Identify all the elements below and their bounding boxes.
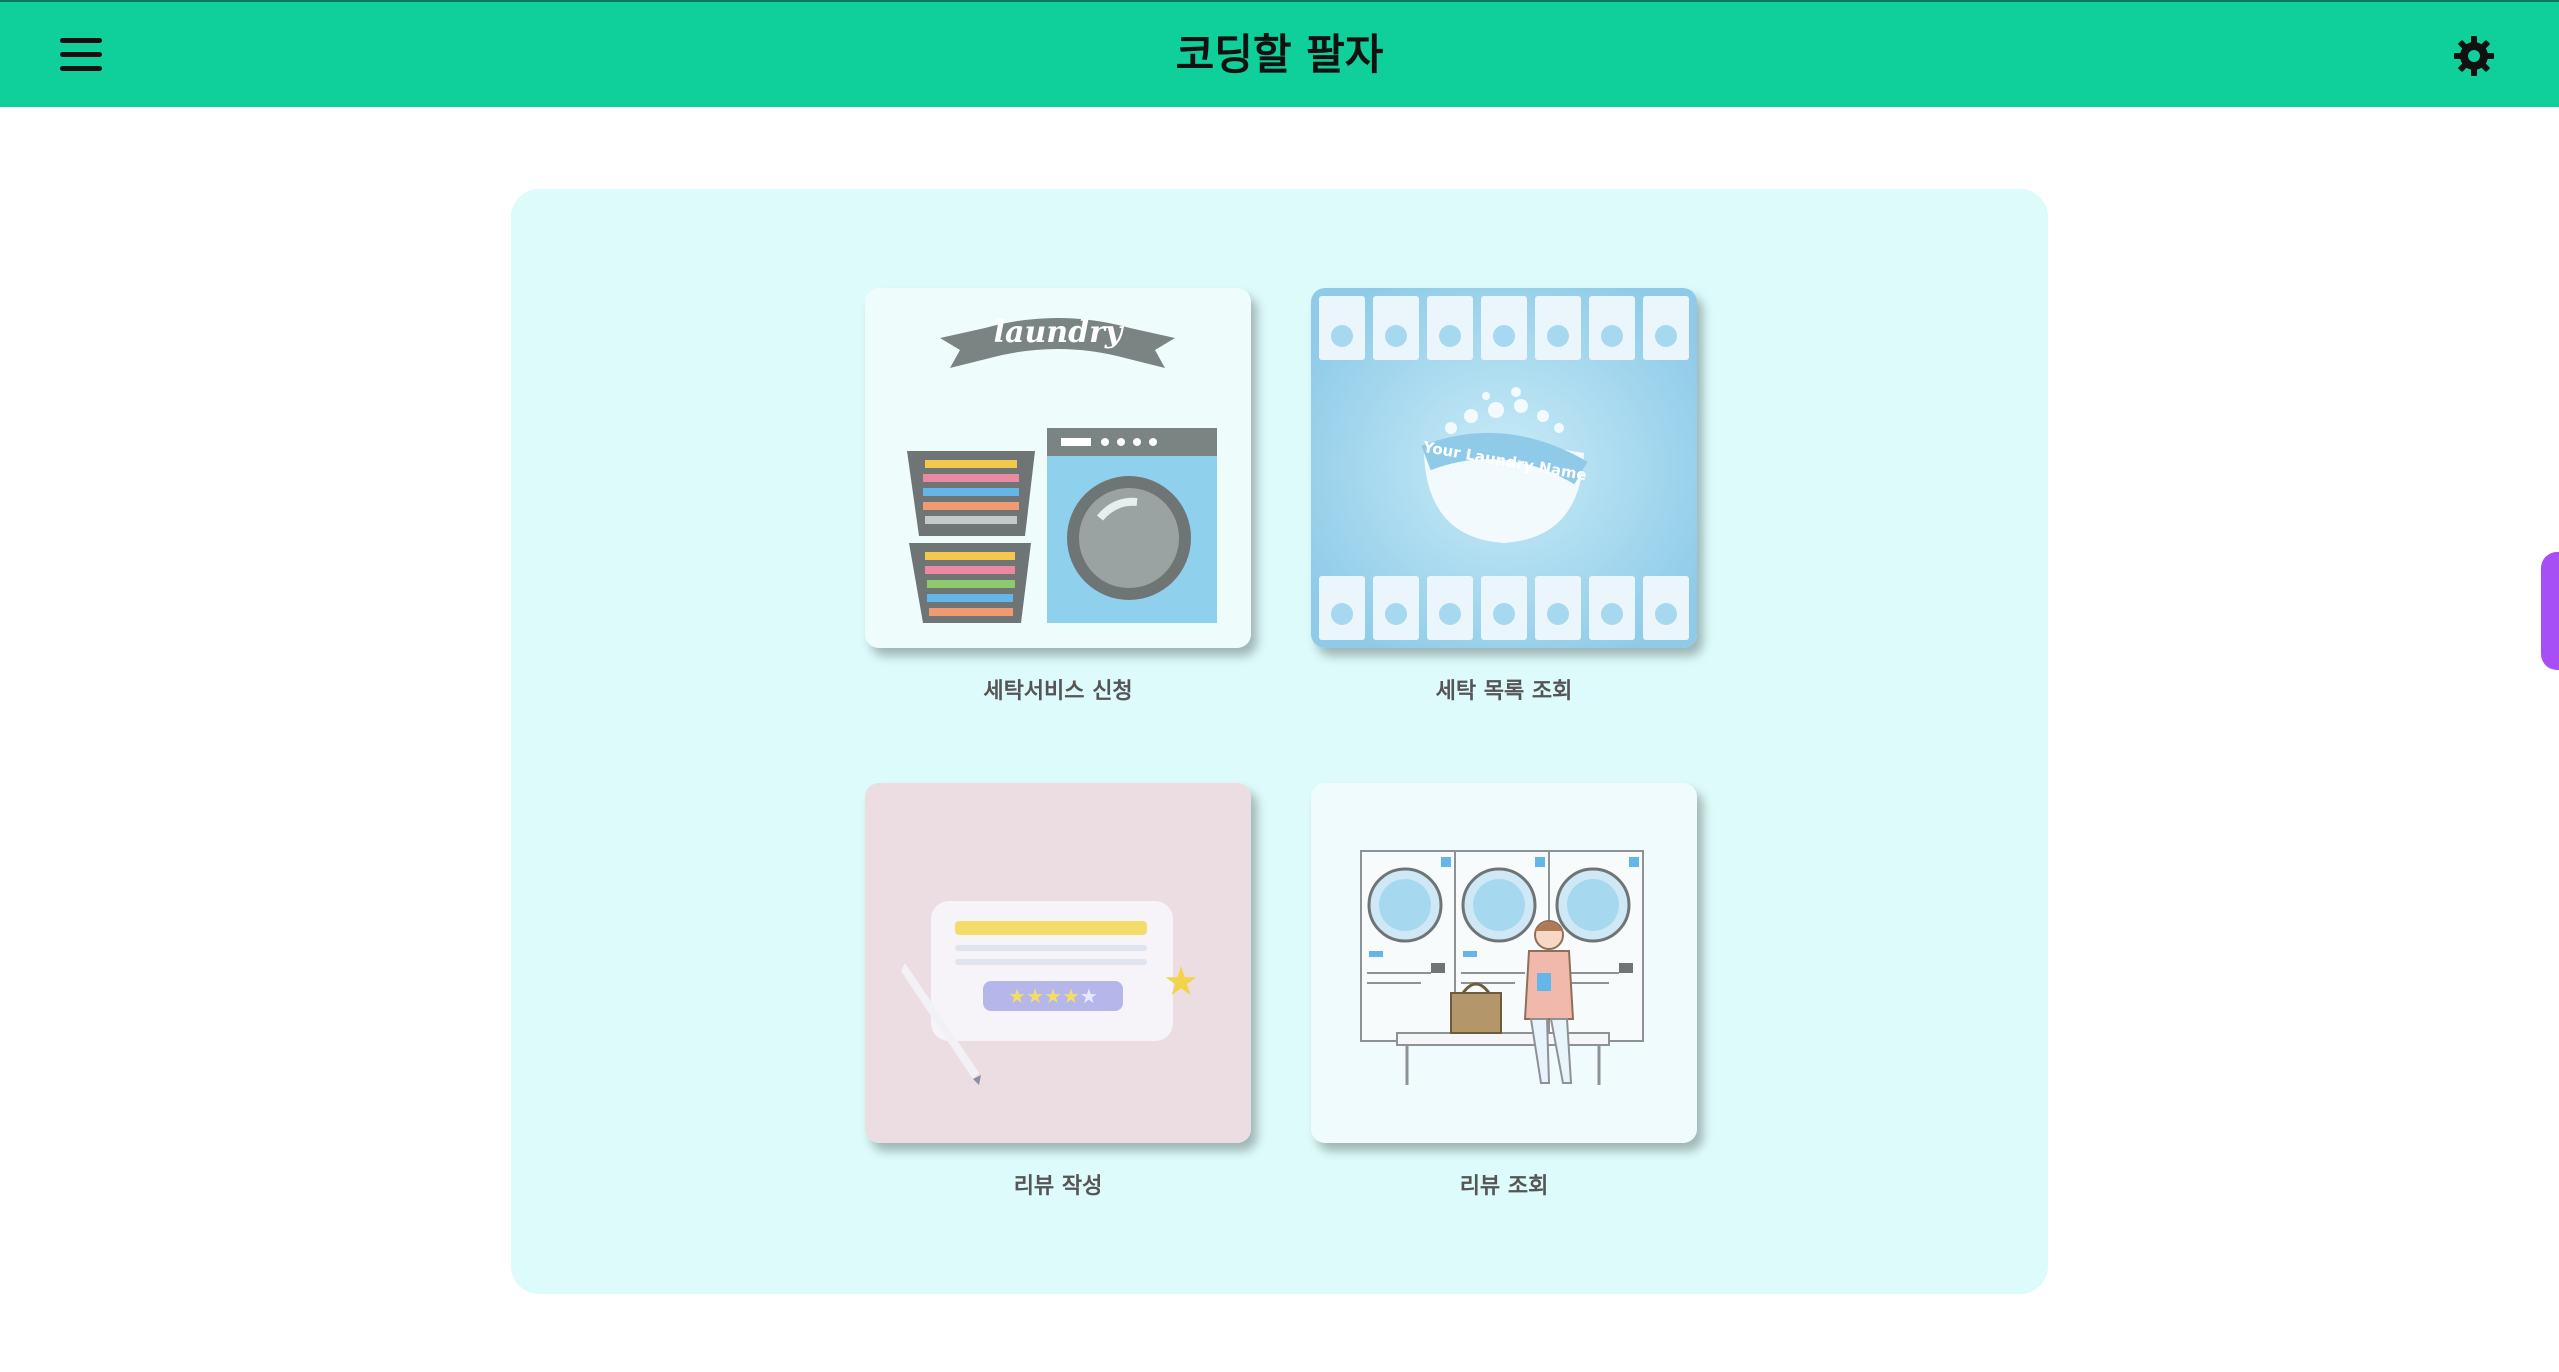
star-rating-icon: ★★★★★ bbox=[1008, 984, 1098, 1008]
card-label-laundry-list: 세탁 목록 조회 bbox=[1435, 679, 1573, 704]
view-reviews-card[interactable] bbox=[1311, 783, 1697, 1143]
service-panel: laundry 세탁서비스 신청 Your Laundry Name 세탁 목록… bbox=[511, 189, 2048, 1294]
page-title: 코딩할 팔자 bbox=[1175, 30, 1384, 79]
card-label-view-reviews: 리뷰 조회 bbox=[1459, 1174, 1549, 1199]
laundry-service-card[interactable]: laundry bbox=[865, 288, 1251, 648]
laundry-list-card[interactable]: Your Laundry Name bbox=[1311, 288, 1697, 648]
gear-icon[interactable] bbox=[2452, 34, 2496, 78]
app-header: 코딩할 팔자 bbox=[0, 0, 2559, 107]
card-label-laundry-request: 세탁서비스 신청 bbox=[983, 679, 1133, 704]
svg-text:laundry: laundry bbox=[994, 315, 1125, 350]
review-stars-card-illustration: ★★★★★ ★ bbox=[865, 783, 1251, 1143]
person-waiting-laundromat-illustration bbox=[1311, 783, 1697, 1143]
card-label-write-review: 리뷰 작성 bbox=[1013, 1174, 1103, 1199]
laundry-basket-washer-illustration: laundry bbox=[865, 288, 1251, 648]
star-icon: ★ bbox=[1163, 959, 1199, 1005]
side-tab-handle[interactable] bbox=[2541, 552, 2559, 670]
write-review-card[interactable]: ★★★★★ ★ bbox=[865, 783, 1251, 1143]
laundromat-washers-illustration: Your Laundry Name bbox=[1311, 288, 1697, 648]
